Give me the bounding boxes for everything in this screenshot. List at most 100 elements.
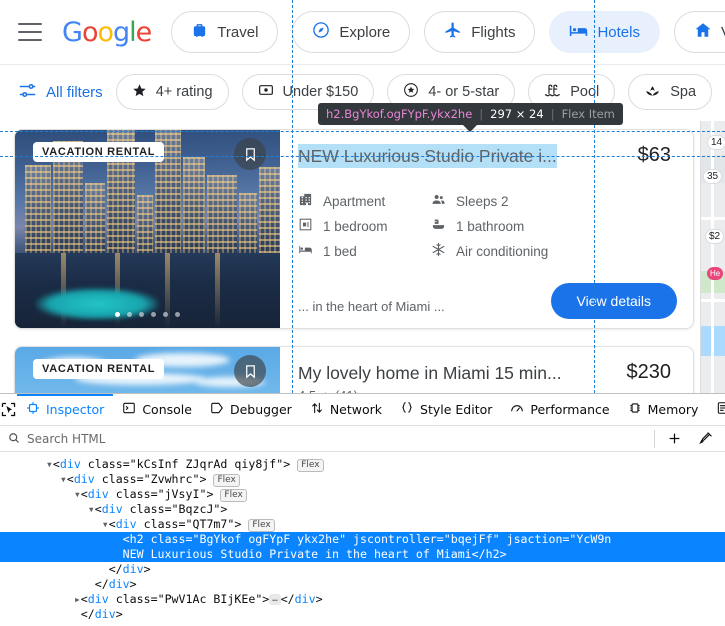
flex-badge[interactable]: Flex: [248, 519, 274, 532]
map-price-label[interactable]: 14: [707, 135, 725, 150]
nav-divider: [0, 64, 725, 65]
listing-title[interactable]: NEW Luxurious Studio Private i...: [298, 144, 557, 168]
carousel-dot[interactable]: [163, 312, 168, 317]
tooltip-dimensions: 297 × 24: [490, 107, 544, 121]
amenity-label: 1 bathroom: [456, 219, 524, 234]
listing-photo[interactable]: VACATION RENTAL: [15, 130, 280, 328]
listing-snippet: ... in the heart of Miami ...: [298, 299, 445, 314]
listing-badge: VACATION RENTAL: [33, 359, 164, 379]
performance-icon: [510, 401, 524, 418]
all-filters-button[interactable]: All filters: [18, 81, 103, 104]
nav-chip-hotels[interactable]: Hotels: [549, 11, 660, 53]
nav-chip-label: Flights: [471, 24, 515, 41]
dom-tree-line[interactable]: ▸<div class="PwV1Ac BIjKEe">…</div>: [0, 592, 725, 607]
listing-details: My lovely home in Miami 15 min... $230 4…: [280, 347, 693, 393]
ac-icon: [431, 242, 446, 260]
house-icon: [694, 21, 712, 43]
amenity-apartment: Apartment: [298, 192, 431, 210]
element-picker-icon[interactable]: [0, 394, 17, 426]
listing-photo[interactable]: VACATION RENTAL: [15, 347, 280, 393]
nav-chip-label: Travel: [217, 24, 258, 41]
hamburger-menu-icon[interactable]: [18, 23, 42, 41]
google-travel-page: Google Travel Explore Flights: [0, 0, 725, 393]
map-panel[interactable]: 14 35 $2 He: [700, 121, 725, 393]
nav-chip-explore[interactable]: Explore: [292, 11, 410, 53]
bookmark-icon[interactable]: [234, 355, 266, 387]
twisty-open-icon[interactable]: ▾: [60, 472, 67, 486]
carousel-dot[interactable]: [115, 312, 120, 317]
amenity-label: Apartment: [323, 194, 385, 209]
filter-chip-rating[interactable]: 4+ rating: [116, 74, 229, 110]
flex-badge[interactable]: Flex: [213, 474, 239, 487]
flex-badge[interactable]: Flex: [220, 489, 246, 502]
dom-tree-line[interactable]: ▾<div class="jVsyI"> Flex: [0, 487, 725, 502]
tab-memory[interactable]: Memory: [619, 394, 708, 426]
twisty-closed-icon[interactable]: ▸: [74, 592, 81, 606]
map-price-label[interactable]: 35: [703, 169, 722, 184]
twisty-open-icon[interactable]: ▾: [46, 457, 53, 471]
carousel-dot[interactable]: [139, 312, 144, 317]
filter-chip-label: Under $150: [283, 84, 359, 100]
photo-carousel-dots[interactable]: [15, 312, 280, 317]
nav-chip-travel[interactable]: Travel: [171, 11, 278, 53]
view-details-button[interactable]: View details: [551, 283, 677, 319]
dom-tree-line[interactable]: <h2 class="BgYkof ogFYpF ykx2he" jscontr…: [0, 532, 725, 547]
tab-debugger[interactable]: Debugger: [201, 394, 301, 426]
carousel-dot[interactable]: [127, 312, 132, 317]
dom-tree-line[interactable]: </div>: [0, 577, 725, 592]
twisty-open-icon[interactable]: ▾: [74, 487, 81, 501]
network-icon: [310, 401, 324, 418]
result-card[interactable]: VACATION RENTAL NEW Luxu: [14, 129, 694, 329]
add-node-icon[interactable]: [662, 427, 686, 451]
tab-console[interactable]: Console: [113, 394, 201, 426]
pool-icon: [544, 82, 561, 103]
nav-chip-label: Explore: [339, 24, 390, 41]
tab-inspector[interactable]: Inspector: [17, 394, 113, 426]
tab-network[interactable]: Network: [301, 394, 391, 426]
dom-tree-line[interactable]: </div>: [0, 562, 725, 577]
search-html-input[interactable]: Search HTML: [27, 432, 647, 446]
eyedropper-icon[interactable]: [693, 427, 717, 451]
bookmark-icon[interactable]: [234, 138, 266, 170]
amenities-grid: Apartment Sleeps 2 1 bedroom 1 bath: [298, 192, 677, 260]
tab-style-editor[interactable]: Style Editor: [391, 394, 501, 426]
result-card[interactable]: VACATION RENTAL My lovely home in Miami …: [14, 346, 694, 393]
tab-performance[interactable]: Performance: [501, 394, 618, 426]
carousel-dot[interactable]: [151, 312, 156, 317]
listing-badge: VACATION RENTAL: [33, 142, 164, 162]
tab-label: Style Editor: [420, 402, 492, 417]
bed-icon: [298, 242, 313, 260]
results-list: VACATION RENTAL NEW Luxu: [0, 121, 700, 393]
map-price-label[interactable]: $2: [705, 229, 724, 244]
nav-chip-flights[interactable]: Flights: [424, 11, 535, 53]
collapsed-children-icon[interactable]: …: [269, 594, 280, 605]
dom-tree-line[interactable]: ▾<div class="Zvwhrc"> Flex: [0, 472, 725, 487]
listing-title[interactable]: My lovely home in Miami 15 min...: [298, 361, 562, 385]
dom-tree-line[interactable]: </div>: [0, 607, 725, 622]
memory-icon: [628, 401, 642, 418]
map-pin-label[interactable]: He: [707, 267, 723, 280]
all-filters-label: All filters: [46, 84, 103, 101]
flex-badge[interactable]: Flex: [297, 459, 323, 472]
dom-tree-line[interactable]: NEW Luxurious Studio Private in the hear…: [0, 547, 725, 562]
tab-label: Performance: [530, 402, 609, 417]
tooltip-layout: Flex Item: [562, 107, 615, 121]
twisty-open-icon[interactable]: ▾: [102, 517, 109, 531]
carousel-dot[interactable]: [175, 312, 180, 317]
amenity-bathroom: 1 bathroom: [431, 217, 677, 235]
filter-chip-label: Spa: [670, 84, 696, 100]
dom-tree-line[interactable]: ▾<div class="BqzcJ">: [0, 502, 725, 517]
flight-icon: [444, 21, 462, 43]
dom-tree-line[interactable]: ▾<div class="QT7m7"> Flex: [0, 517, 725, 532]
tab-label: Debugger: [230, 402, 292, 417]
filter-chip-spa[interactable]: Spa: [628, 74, 712, 110]
amenity-label: Air conditioning: [456, 244, 548, 259]
tab-label: Console: [142, 402, 192, 417]
dom-tree[interactable]: ▾<div class="kCsInf ZJqrAd qiy8jf"> Flex…: [0, 452, 725, 622]
dom-tree-line[interactable]: ▾<div class="kCsInf ZJqrAd qiy8jf"> Flex: [0, 457, 725, 472]
nav-chip-vacation-rentals[interactable]: Vacation rentals: [674, 11, 725, 53]
search-icon: [8, 429, 20, 448]
tab-storage[interactable]: Storage: [707, 394, 725, 426]
apartment-icon: [298, 192, 313, 210]
twisty-open-icon[interactable]: ▾: [88, 502, 95, 516]
